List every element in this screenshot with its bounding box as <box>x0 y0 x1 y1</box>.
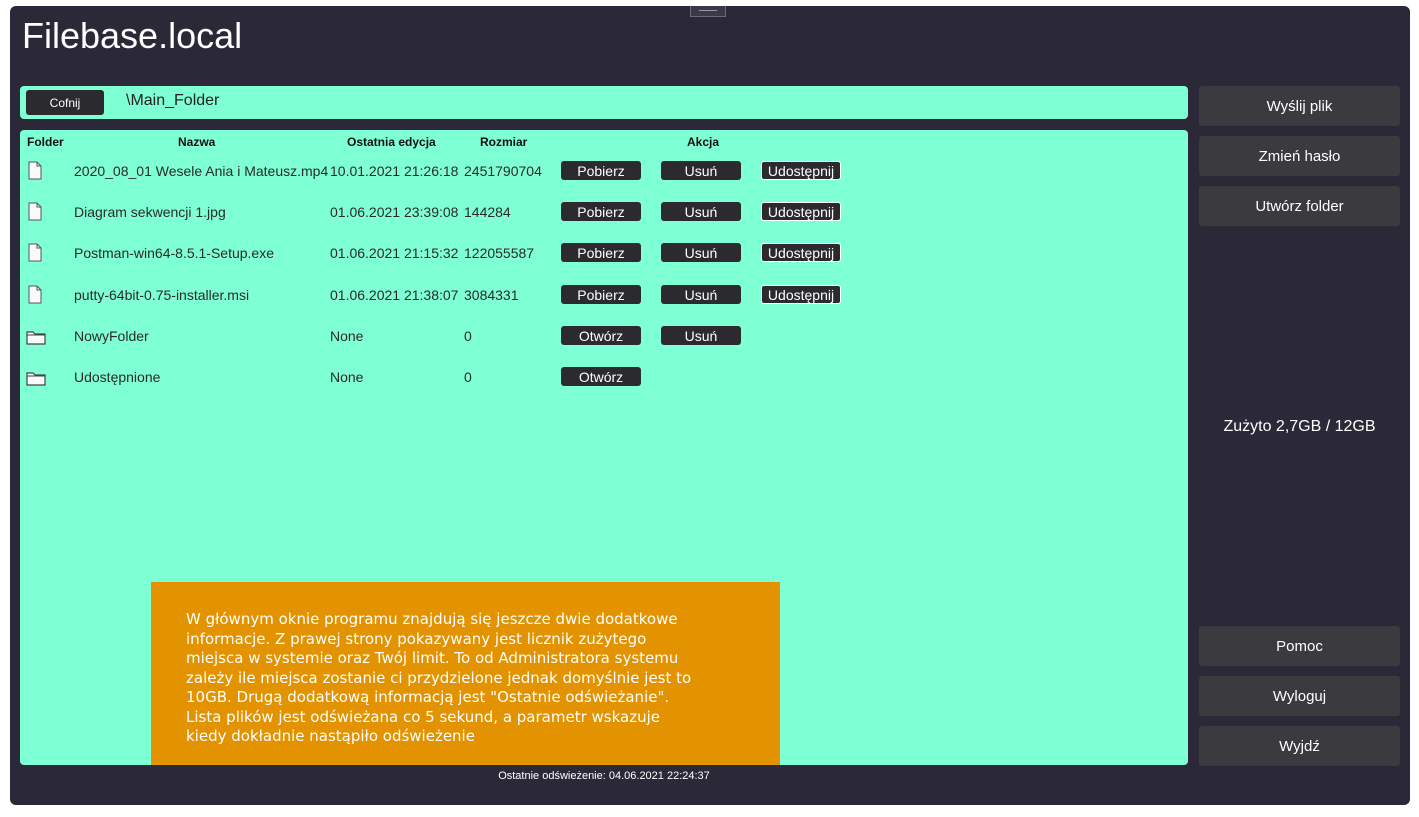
file-name: putty-64bit-0.75-installer.msi <box>74 287 250 303</box>
folder-name: Udostępnione <box>74 369 161 385</box>
folder-modified: None <box>330 369 364 385</box>
back-button[interactable]: Cofnij <box>26 90 104 115</box>
folder-size: 0 <box>464 328 472 344</box>
folder-name: NowyFolder <box>74 328 149 344</box>
header-modified: Ostatnia edycja <box>347 135 436 149</box>
folder-icon <box>26 372 46 386</box>
upload-file-button[interactable]: Wyślij plik <box>1199 86 1400 126</box>
storage-usage: Zużyto 2,7GB / 12GB <box>1223 418 1376 435</box>
file-size: 3084331 <box>464 287 519 303</box>
table-row: 2020_08_01 Wesele Ania i Mateusz.mp4 10.… <box>20 160 1188 190</box>
table-row: NowyFolder None 0 Otwórz Usuń <box>20 325 1188 355</box>
drag-handle[interactable] <box>690 6 726 17</box>
app-window: Filebase.local Cofnij \Main_Folder Folde… <box>10 6 1410 805</box>
tooltip-line: W głównym oknie programu znajdują się je… <box>186 610 678 628</box>
file-name: 2020_08_01 Wesele Ania i Mateusz.mp4 <box>74 163 329 179</box>
file-modified: 01.06.2021 21:15:32 <box>330 245 459 261</box>
header-size: Rozmiar <box>480 135 528 149</box>
delete-button[interactable]: Usuń <box>661 202 741 221</box>
file-name: Postman-win64-8.5.1-Setup.exe <box>74 245 274 261</box>
folder-icon <box>26 331 46 345</box>
delete-button[interactable]: Usuń <box>661 285 741 304</box>
folder-modified: None <box>330 328 364 344</box>
file-icon <box>28 161 42 180</box>
tooltip-text: W głównym oknie programu znajdują się je… <box>186 610 750 747</box>
file-icon <box>28 202 42 221</box>
exit-button[interactable]: Wyjdź <box>1199 726 1400 766</box>
share-button[interactable]: Udostępnij <box>761 202 841 221</box>
file-size: 144284 <box>464 204 511 220</box>
table-row: Postman-win64-8.5.1-Setup.exe 01.06.2021… <box>20 242 1188 272</box>
share-button[interactable]: Udostępnij <box>761 161 841 180</box>
download-button[interactable]: Pobierz <box>561 202 641 221</box>
change-password-button[interactable]: Zmień hasło <box>1199 136 1400 176</box>
last-refresh-status: Ostatnie odświeżenie: 04.06.2021 22:24:3… <box>498 770 710 782</box>
current-path: \Main_Folder <box>126 92 220 109</box>
tooltip-line: miejsca w systemie oraz Twój limit. To o… <box>186 649 679 667</box>
tooltip-line: zależy ile miejsca zostanie ci przydziel… <box>186 668 692 687</box>
table-row: Diagram sekwencji 1.jpg 01.06.2021 23:39… <box>20 201 1188 231</box>
file-modified: 01.06.2021 23:39:08 <box>330 204 459 220</box>
delete-button[interactable]: Usuń <box>661 161 741 180</box>
header-action: Akcja <box>687 135 720 149</box>
share-button[interactable]: Udostępnij <box>761 285 841 304</box>
share-button[interactable]: Udostępnij <box>761 243 841 262</box>
download-button[interactable]: Pobierz <box>561 285 641 304</box>
create-folder-button[interactable]: Utwórz folder <box>1199 186 1400 226</box>
file-icon <box>28 243 42 262</box>
file-size: 2451790704 <box>464 163 542 179</box>
file-icon <box>28 285 42 304</box>
delete-button[interactable]: Usuń <box>661 243 741 262</box>
file-name: Diagram sekwencji 1.jpg <box>74 204 226 220</box>
header-folder: Folder <box>27 135 64 149</box>
tooltip-line: 10GB. Drugą dodatkową informacją jest "O… <box>186 688 670 706</box>
path-bar: Cofnij \Main_Folder <box>20 86 1188 119</box>
open-button[interactable]: Otwórz <box>561 326 641 345</box>
help-tooltip: W głównym oknie programu znajdują się je… <box>151 582 780 765</box>
tooltip-line: kiedy dokładnie nastąpiło odświeżenie <box>186 727 475 745</box>
file-list-panel: Folder Nazwa Ostatnia edycja Rozmiar Akc… <box>20 130 1188 765</box>
file-modified: 01.06.2021 21:38:07 <box>330 287 459 303</box>
header-name: Nazwa <box>178 135 216 149</box>
folder-size: 0 <box>464 369 472 385</box>
logout-button[interactable]: Wyloguj <box>1199 676 1400 716</box>
file-modified: 10.01.2021 21:26:18 <box>330 163 459 179</box>
app-title: Filebase.local <box>22 15 243 56</box>
tooltip-line: Lista plików jest odświeżana co 5 sekund… <box>186 707 660 726</box>
delete-button[interactable]: Usuń <box>661 326 741 345</box>
download-button[interactable]: Pobierz <box>561 161 641 180</box>
download-button[interactable]: Pobierz <box>561 243 641 262</box>
file-size: 122055587 <box>464 245 535 261</box>
help-button[interactable]: Pomoc <box>1199 626 1400 666</box>
tooltip-line: informacje. Z prawej strony pokazywany j… <box>186 629 647 648</box>
open-button[interactable]: Otwórz <box>561 367 641 386</box>
table-row: putty-64bit-0.75-installer.msi 01.06.202… <box>20 284 1188 314</box>
table-row: Udostępnione None 0 Otwórz <box>20 366 1188 396</box>
